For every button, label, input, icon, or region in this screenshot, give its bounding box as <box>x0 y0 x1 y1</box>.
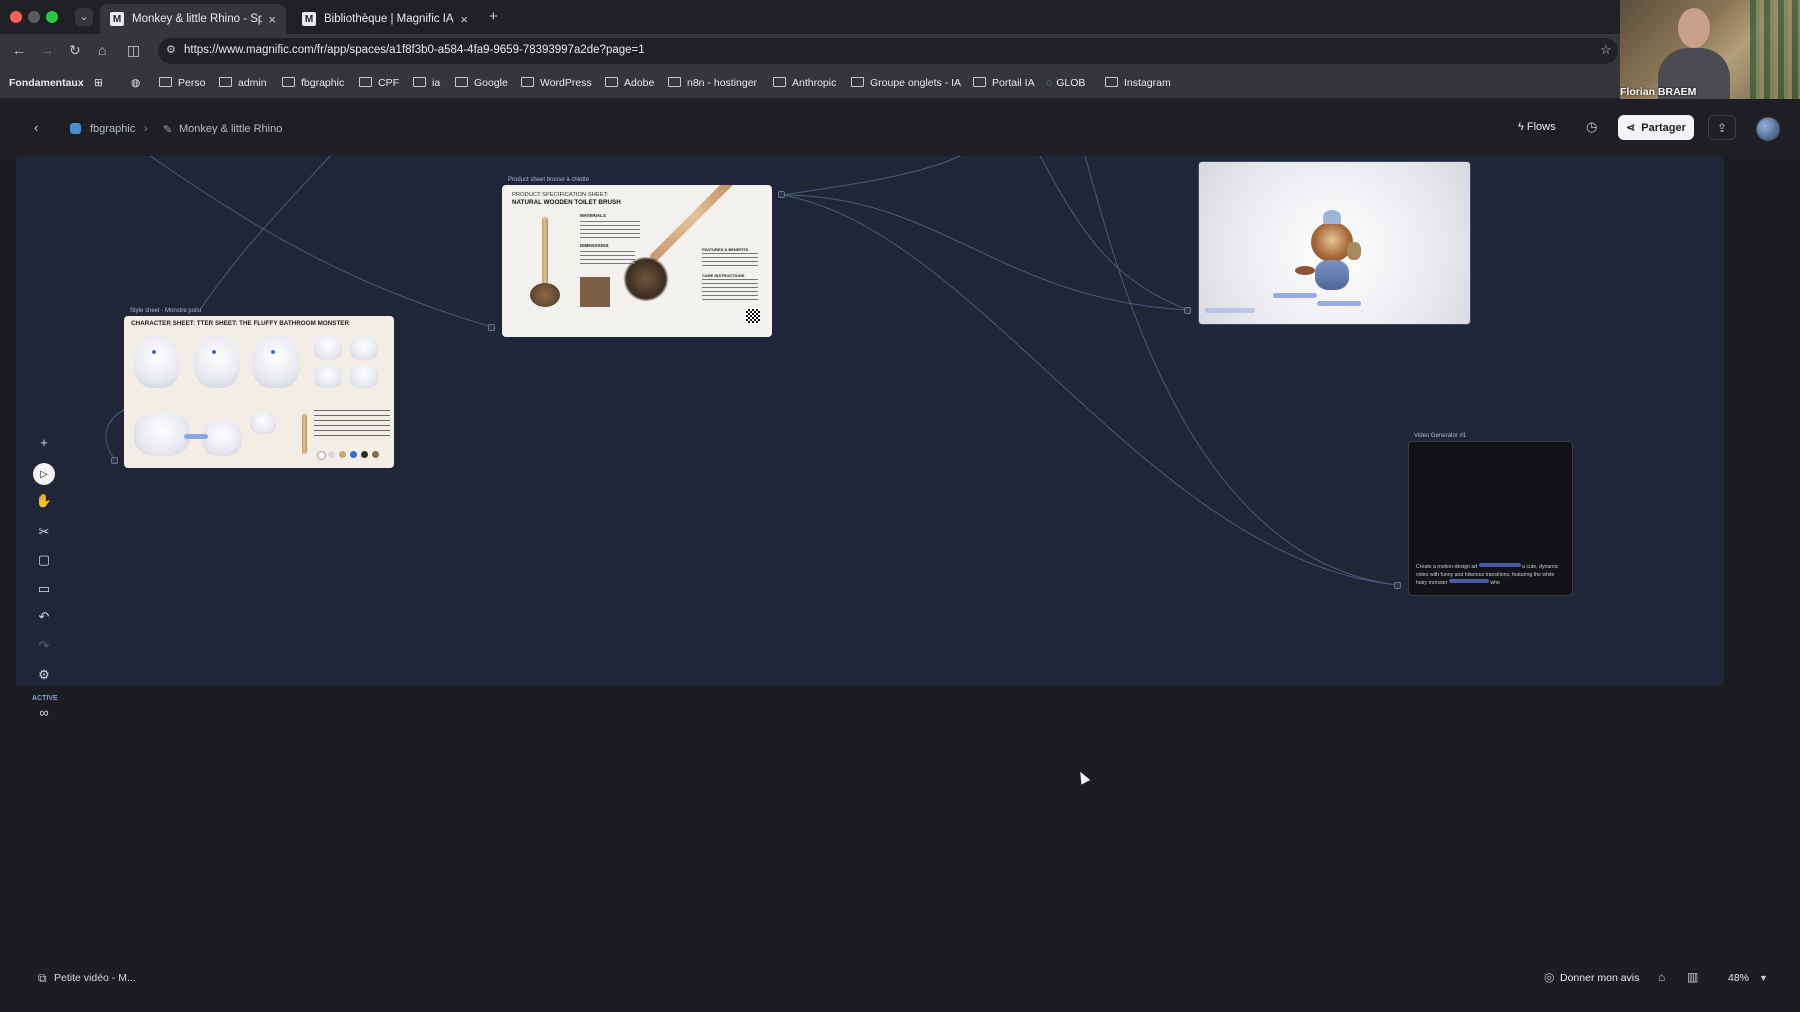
annotation-chip <box>1273 293 1317 298</box>
care-text <box>702 279 758 301</box>
features-text <box>702 253 758 269</box>
monster-eye <box>212 350 216 354</box>
input-port[interactable] <box>488 324 495 331</box>
materials-text <box>580 221 640 239</box>
feedback-button[interactable]: Donner mon avis <box>1560 972 1639 984</box>
monster-face <box>250 412 276 434</box>
wire <box>105 409 125 459</box>
redo-icon[interactable]: ↷ <box>30 634 58 658</box>
dimensions-text <box>580 251 635 265</box>
brush-handle-vertical <box>542 217 548 287</box>
zoom-level[interactable]: 48% <box>1728 972 1749 984</box>
monster-figure <box>134 336 180 388</box>
monster-eye <box>271 350 275 354</box>
character-sheet-image[interactable]: CHARACTER SHEET: TTER SHEET: THE FLUFFY … <box>124 316 394 468</box>
qr-code <box>746 309 760 323</box>
color-swatch <box>372 451 379 458</box>
wire <box>199 155 331 311</box>
spec-heading: NATURAL WOODEN TOILET BRUSH <box>512 199 621 206</box>
materials-label: MATERIALS <box>580 213 606 218</box>
prompt-reference-chip <box>1448 579 1489 583</box>
monkey-tail <box>1295 266 1315 275</box>
input-port[interactable] <box>1184 307 1191 314</box>
color-swatch <box>317 451 326 460</box>
monster-face <box>350 336 378 360</box>
node-title: Style sheet - Monstre poilu <box>130 308 202 314</box>
monster-face <box>350 364 378 388</box>
brush-prop <box>302 414 307 454</box>
canvas-toolbar: + ▷ ✋ ✂ ▢ ▭ ↶ ↷ ⚙ ACTIVE ∞ <box>30 428 58 728</box>
monster-figure <box>252 336 300 388</box>
comment-icon[interactable]: ▭ <box>30 577 58 601</box>
features-label: FEATURES & BENEFITS <box>702 247 749 252</box>
input-port[interactable] <box>111 457 118 464</box>
annotation-chip <box>1317 301 1361 306</box>
annotation-chip <box>184 434 208 439</box>
monkey-render-image[interactable] <box>1198 161 1471 325</box>
select-tool-button[interactable]: ▷ <box>30 462 58 486</box>
learn-icon[interactable]: ⌂ <box>1658 970 1665 984</box>
wire <box>1039 155 1189 311</box>
node-title: Video Generator #1 <box>1414 433 1467 439</box>
sheet-heading: CHARACTER SHEET: TTER SHEET: THE FLUFFY … <box>131 320 350 327</box>
color-swatch <box>350 451 357 458</box>
page-icon: ⧉ <box>38 971 47 985</box>
node-title: Product sheet brosse à chiotte <box>508 177 590 183</box>
page-selector[interactable]: Petite vidéo - M... <box>54 972 136 984</box>
feedback-icon: ◎ <box>1544 970 1555 984</box>
dimensions-label: DIMENSIONS <box>580 243 609 248</box>
annotation-chip <box>1205 308 1255 313</box>
traits-text-block <box>314 410 390 436</box>
settings-gear-icon[interactable]: ⚙ <box>30 663 58 687</box>
zoom-dropdown-icon[interactable]: ▼ <box>1759 973 1768 983</box>
monkey-brush <box>1347 242 1361 260</box>
color-swatch <box>328 451 335 458</box>
video-generator-card[interactable]: Create a motion-design ad a cute, dynami… <box>1408 441 1573 596</box>
monkey-hat <box>1323 210 1341 224</box>
bottom-bar: ⧉ Petite vidéo - M... ◎ Donner mon avis … <box>0 962 1800 992</box>
infinity-icon[interactable]: ∞ <box>30 700 58 724</box>
care-label: CARE INSTRUCTIONS <box>702 273 745 278</box>
input-port[interactable] <box>1394 582 1401 589</box>
wire <box>781 155 961 196</box>
add-node-icon[interactable]: + <box>30 430 58 454</box>
sticky-note-icon[interactable]: ▢ <box>30 548 58 572</box>
monster-figure <box>202 420 242 456</box>
scissors-icon[interactable]: ✂ <box>30 520 58 544</box>
monster-figure <box>194 336 240 388</box>
monster-face <box>314 336 342 360</box>
wire <box>149 155 493 328</box>
monster-face <box>314 364 342 388</box>
map-icon[interactable]: ▥ <box>1687 970 1698 984</box>
brush-head <box>530 283 560 307</box>
undo-icon[interactable]: ↶ <box>30 605 58 629</box>
brush-spec-image[interactable]: PRODUCT SPECIFICATION SHEET: NATURAL WOOD… <box>502 185 772 337</box>
monkey-body <box>1315 260 1349 290</box>
hand-tool-icon[interactable]: ✋ <box>30 489 58 513</box>
output-port[interactable] <box>778 191 785 198</box>
bristle-closeup <box>580 277 610 307</box>
prompt-reference-chip <box>1478 563 1521 567</box>
pointer-icon: ▷ <box>33 463 55 485</box>
spec-subheading: PRODUCT SPECIFICATION SHEET: <box>512 192 609 198</box>
video-prompt[interactable]: Create a motion-design ad a cute, dynami… <box>1416 563 1566 587</box>
color-swatch <box>339 451 346 458</box>
color-swatch <box>361 451 368 458</box>
monster-figure <box>134 412 190 456</box>
monster-eye <box>152 350 156 354</box>
